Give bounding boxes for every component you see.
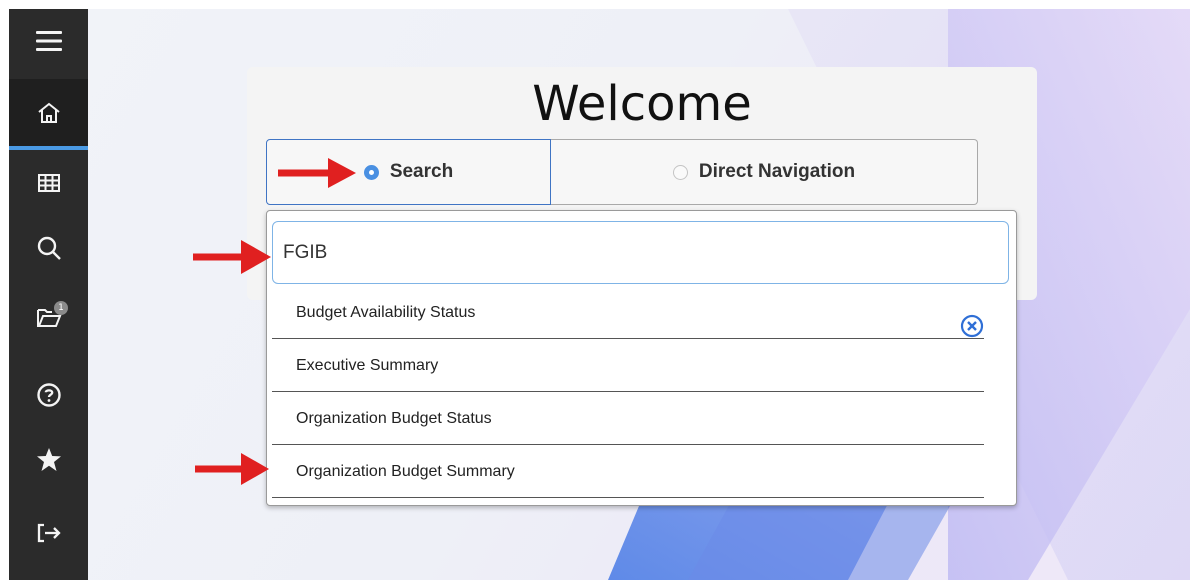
search-nav-button[interactable]	[9, 220, 88, 276]
hamburger-menu-icon	[35, 31, 62, 51]
direct-navigation-option[interactable]: Direct Navigation	[551, 139, 978, 205]
favorites-button[interactable]	[9, 431, 88, 487]
home-icon	[37, 102, 60, 123]
annotation-arrow	[195, 453, 269, 485]
search-result-item[interactable]: Organization Budget Summary	[272, 445, 984, 498]
search-result-item[interactable]: Budget Availability Status	[272, 286, 984, 339]
applications-button[interactable]	[9, 155, 88, 211]
home-button[interactable]	[9, 79, 88, 146]
recent-button[interactable]: 1	[9, 289, 88, 345]
search-radio[interactable]	[363, 164, 379, 180]
annotation-arrow	[278, 158, 356, 188]
annotation-arrow	[193, 240, 271, 274]
search-result-item[interactable]: Executive Summary	[272, 339, 984, 392]
star-icon	[36, 447, 61, 471]
help-button[interactable]	[9, 367, 88, 423]
welcome-title: Welcome	[532, 76, 752, 132]
direct-navigation-label: Direct Navigation	[698, 161, 856, 182]
recent-count-badge: 1	[54, 301, 68, 315]
menu-button[interactable]	[9, 13, 88, 69]
clear-search-icon[interactable]	[960, 314, 984, 338]
question-circle-icon	[36, 383, 61, 407]
sign-out-icon	[37, 523, 61, 543]
sidebar: 1	[9, 9, 88, 580]
grid-icon	[37, 174, 60, 192]
search-icon	[37, 236, 61, 260]
sign-out-button[interactable]	[9, 505, 88, 561]
search-mode-label: Search	[389, 161, 454, 182]
search-result-item[interactable]: Organization Budget Status	[272, 392, 984, 445]
direct-navigation-radio[interactable]	[672, 164, 688, 180]
active-indicator	[9, 146, 88, 150]
search-input[interactable]	[272, 221, 1009, 284]
